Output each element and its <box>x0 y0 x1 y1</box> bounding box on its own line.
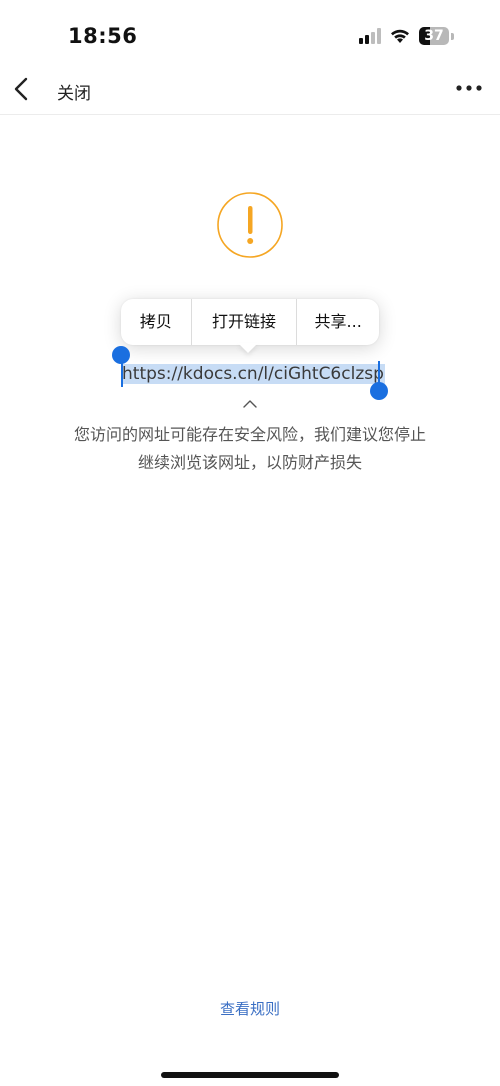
warning-message-line-2: 继续浏览该网址，以防财产损失 <box>137 453 362 472</box>
warning-message-line-1: 您访问的网址可能存在安全风险，我们建议您停止 <box>73 425 426 444</box>
more-button[interactable] <box>454 78 484 98</box>
back-button[interactable] <box>8 74 36 104</box>
selection-end-handle[interactable] <box>370 382 388 400</box>
chevron-up-icon[interactable] <box>242 394 258 408</box>
close-button[interactable]: 关闭 <box>57 79 91 104</box>
url-text[interactable]: https://kdocs.cn/l/ciGhtC6clzsp <box>121 361 385 387</box>
battery-level: 37 <box>424 28 444 44</box>
battery-cap <box>451 32 454 40</box>
context-menu-arrow <box>238 343 258 353</box>
selected-url[interactable]: https://kdocs.cn/l/ciGhtC6clzsp <box>121 364 385 384</box>
status-icons: 37 <box>359 27 454 45</box>
status-time: 18:56 <box>68 24 138 48</box>
chevron-left-icon <box>14 77 28 101</box>
cellular-signal-icon <box>359 28 381 44</box>
nav-bar: 关闭 <box>0 62 500 115</box>
wifi-icon <box>391 29 409 43</box>
copy-menu-item[interactable]: 拷贝 <box>121 299 191 345</box>
warning-message: 您访问的网址可能存在安全风险，我们建议您停止 继续浏览该网址，以防财产损失 <box>50 421 450 477</box>
context-menu: 拷贝 打开链接 共享... <box>121 299 379 345</box>
home-indicator[interactable] <box>161 1072 339 1078</box>
more-horizontal-icon <box>456 85 482 91</box>
status-bar: 18:56 37 <box>0 0 500 70</box>
selection-start-handle[interactable] <box>112 346 130 364</box>
share-menu-item[interactable]: 共享... <box>296 299 379 345</box>
view-rules-link[interactable]: 查看规则 <box>0 998 500 1019</box>
open-link-menu-item[interactable]: 打开链接 <box>190 299 297 345</box>
battery-icon: 37 <box>419 27 449 45</box>
exclamation-circle-icon <box>215 190 285 260</box>
